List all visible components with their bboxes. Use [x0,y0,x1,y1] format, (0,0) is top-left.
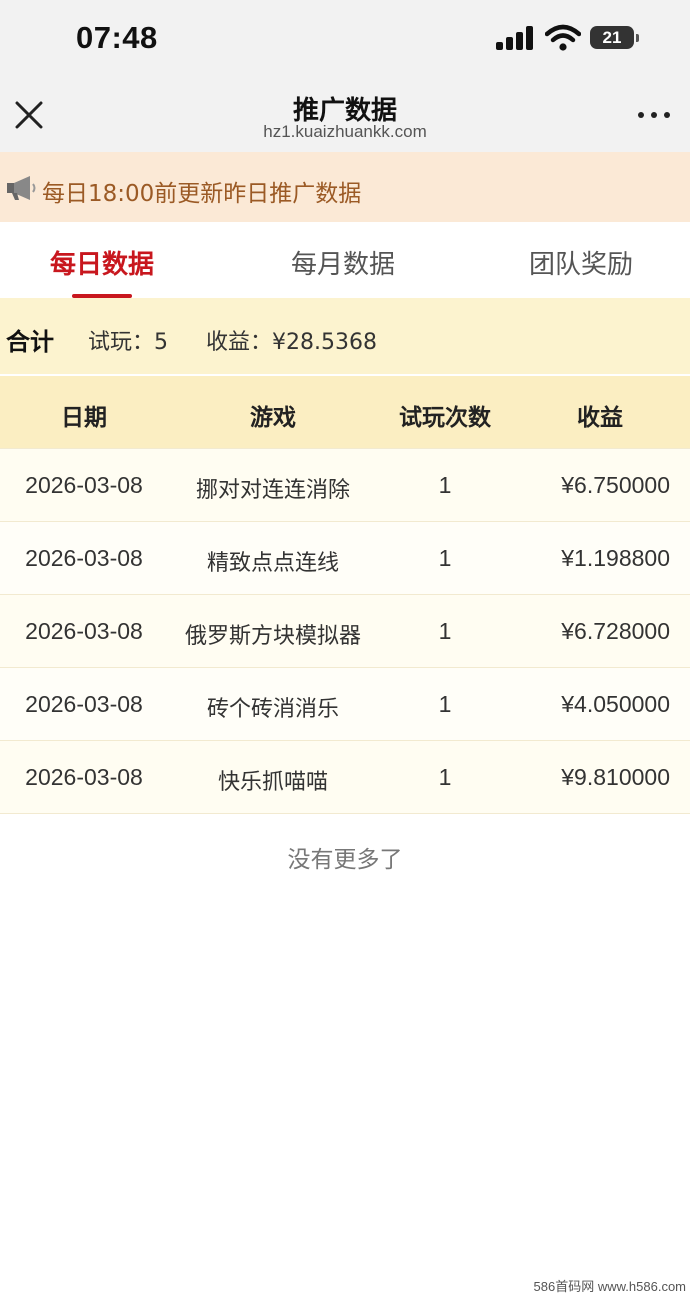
cell-date: 2026-03-08 [25,618,143,644]
cell-trial-count: 1 [438,618,452,644]
cell-game: 快乐抓喵喵 [217,770,328,795]
table-row: 2026-03-08 砖个砖消消乐 1 ¥4.050000 [0,667,690,740]
data-table: 日期 游戏 试玩次数 收益 2026-03-08 挪对对连连消除 1 ¥6.75… [0,376,690,814]
watermark: 586首码网 www.h586.com [533,1279,686,1294]
more-icon[interactable] [638,112,670,120]
tab-monthly-data[interactable]: 每月数据 [228,244,458,281]
notice-banner: 每日18:00前更新昨日推广数据 [0,152,690,222]
table-row: 2026-03-08 快乐抓喵喵 1 ¥9.810000 [0,740,690,814]
cell-income: ¥9.810000 [561,764,670,790]
cell-income: ¥6.750000 [561,472,670,498]
page-url: hz1.kuaizhuankk.com [263,122,427,141]
battery-icon: 21 [590,26,639,49]
summary-bar: 合计 试玩：5 收益：¥28.5368 [0,298,690,374]
status-bar: 07:48 21 [0,0,690,72]
table-row: 2026-03-08 俄罗斯方块模拟器 1 ¥6.728000 [0,594,690,667]
megaphone-icon [7,176,36,200]
cell-game: 砖个砖消消乐 [206,697,339,722]
cell-game: 俄罗斯方块模拟器 [184,624,361,649]
summary-trial-count: 试玩：5 [88,330,168,355]
cell-income: ¥1.198800 [561,545,670,571]
navbar: 推广数据 hz1.kuaizhuankk.com [0,72,690,152]
cell-date: 2026-03-08 [25,764,143,790]
cell-date: 2026-03-08 [25,545,143,571]
wifi-icon [545,24,581,51]
cell-trial-count: 1 [438,472,452,498]
tab-daily-data[interactable]: 每日数据 [0,244,217,281]
signal-icon [496,26,536,50]
cell-trial-count: 1 [438,764,452,790]
table-body: 2026-03-08 挪对对连连消除 1 ¥6.750000 2026-03-0… [0,448,690,814]
status-time: 07:48 [76,20,158,55]
cell-date: 2026-03-08 [25,691,143,717]
summary-income: 收益：¥28.5368 [206,330,377,355]
cell-trial-count: 1 [438,691,452,717]
cell-income: ¥4.050000 [561,691,670,717]
cell-game: 精致点点连线 [206,551,339,576]
tab-team-reward[interactable]: 团队奖励 [466,244,690,281]
table-row: 2026-03-08 精致点点连线 1 ¥1.198800 [0,521,690,594]
header-date: 日期 [61,405,107,431]
cell-date: 2026-03-08 [25,472,143,498]
cell-trial-count: 1 [438,545,452,571]
header-game: 游戏 [250,405,296,431]
no-more-text: 没有更多了 [287,847,403,873]
notice-text: 每日18:00前更新昨日推广数据 [42,181,362,207]
header-income: 收益 [577,405,623,431]
cell-income: ¥6.728000 [561,618,670,644]
header-trial-count: 试玩次数 [399,405,491,431]
table-header: 日期 游戏 试玩次数 收益 [0,376,690,448]
tab-bar: 每日数据 每月数据 团队奖励 [0,222,690,298]
table-row: 2026-03-08 挪对对连连消除 1 ¥6.750000 [0,448,690,521]
cell-game: 挪对对连连消除 [195,478,350,503]
summary-label: 合计 [6,328,54,356]
